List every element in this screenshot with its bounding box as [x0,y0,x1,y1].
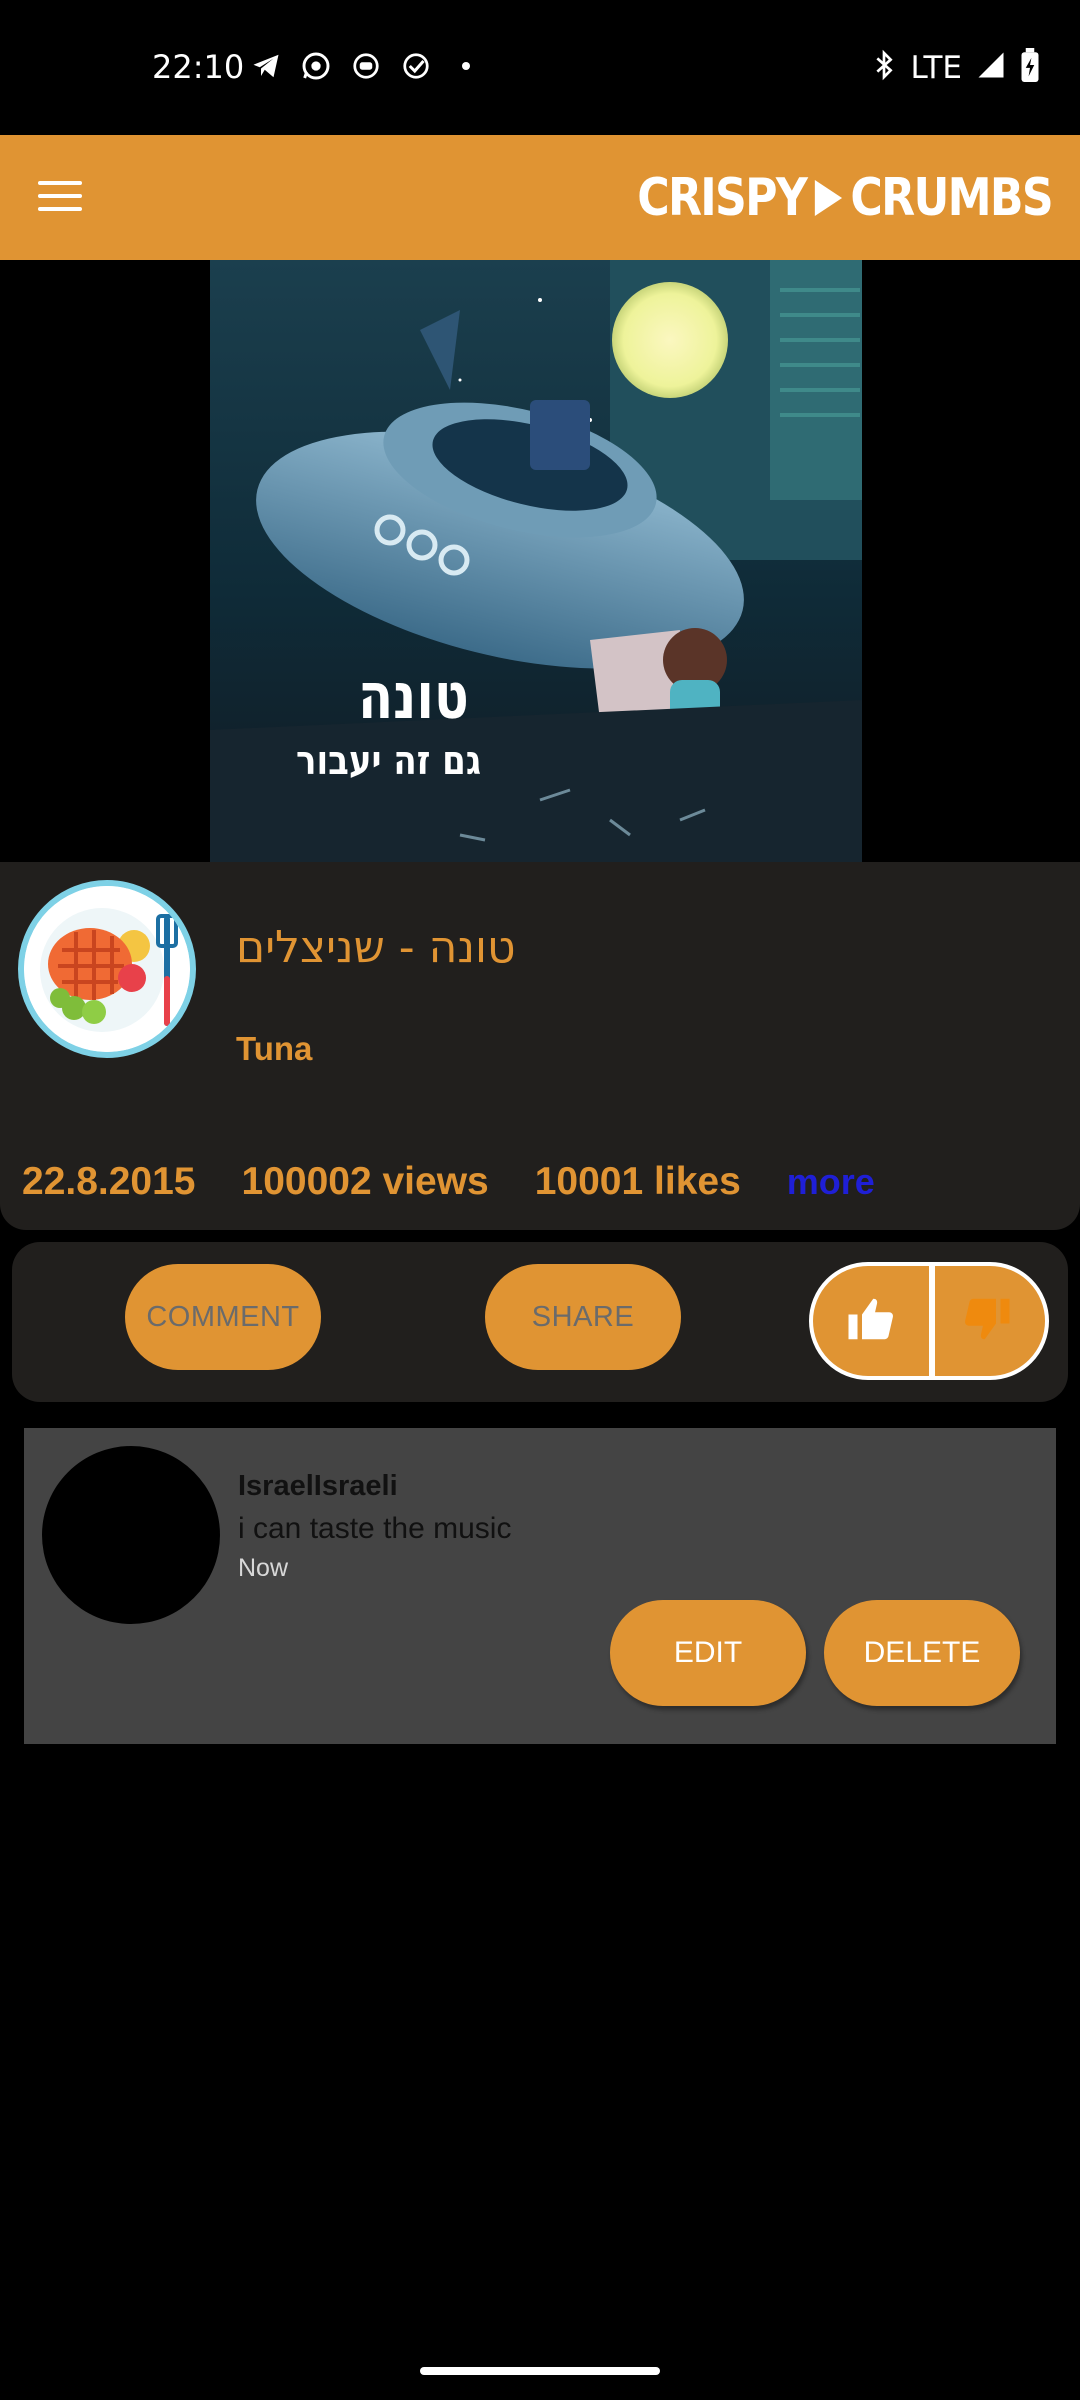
video-meta: 22.8.2015 100002 views 10001 likes more [22,1160,875,1204]
video-thumbnail[interactable]: טונה גם זה יעבור [210,260,862,862]
comment-button[interactable]: COMMENT [125,1264,321,1370]
video-player[interactable]: טונה גם זה יעבור [0,260,1080,862]
telegram-icon [250,50,282,82]
check-circle-icon [400,50,432,82]
commenter-name: IsraelIsraeli [238,1470,398,1502]
channel-avatar[interactable] [18,880,196,1058]
system-icons: LTE [872,48,1040,87]
app-logo: CRISPY CRUMBS [637,161,1054,235]
like-count: 10001 likes [534,1160,741,1203]
video-overlay-subtitle: גם זה יעבור [296,738,482,784]
edit-comment-button[interactable]: EDIT [610,1600,806,1706]
comment-timestamp: Now [238,1554,289,1582]
delete-comment-button[interactable]: DELETE [824,1600,1020,1706]
like-button[interactable] [813,1266,929,1376]
bluetooth-icon [872,49,896,86]
thumbs-up-icon [844,1292,898,1351]
app-icon [350,50,382,82]
logo-text-left: CRISPY [637,168,808,228]
battery-charging-icon [1020,48,1040,87]
thumbs-down-icon [960,1292,1014,1351]
comment-text: i can taste the music [238,1512,512,1545]
play-icon [814,180,842,216]
network-type: LTE [910,49,962,86]
upload-date: 22.8.2015 [22,1160,196,1203]
video-title: טונה - שניצלים [236,922,516,973]
status-bar: 22:10 LTE [0,0,1080,135]
vote-divider [929,1266,935,1376]
share-button[interactable]: SHARE [485,1264,681,1370]
home-indicator[interactable] [420,2367,660,2375]
more-link[interactable]: more [787,1161,875,1203]
dislike-button[interactable] [929,1266,1045,1376]
actions-bar: COMMENT SHARE [12,1242,1068,1402]
commenter-avatar[interactable] [42,1446,220,1624]
comment-item: IsraelIsraeli i can taste the music Now … [24,1428,1056,1744]
dot-icon [450,50,482,82]
whatsapp-icon [300,50,332,82]
video-info-card: טונה - שניצלים Tuna 22.8.2015 100002 vie… [0,862,1080,1230]
logo-text-right: CRUMBS [850,168,1053,228]
signal-icon [976,50,1006,85]
channel-name[interactable]: Tuna [236,1030,312,1068]
view-count: 100002 views [241,1160,489,1203]
video-overlay-title: טונה [358,660,469,734]
vote-toggle [809,1262,1049,1380]
notification-icons [250,50,482,82]
hamburger-icon[interactable] [38,181,82,211]
status-time: 22:10 [152,48,245,86]
app-bar: CRISPY CRUMBS [0,135,1080,260]
